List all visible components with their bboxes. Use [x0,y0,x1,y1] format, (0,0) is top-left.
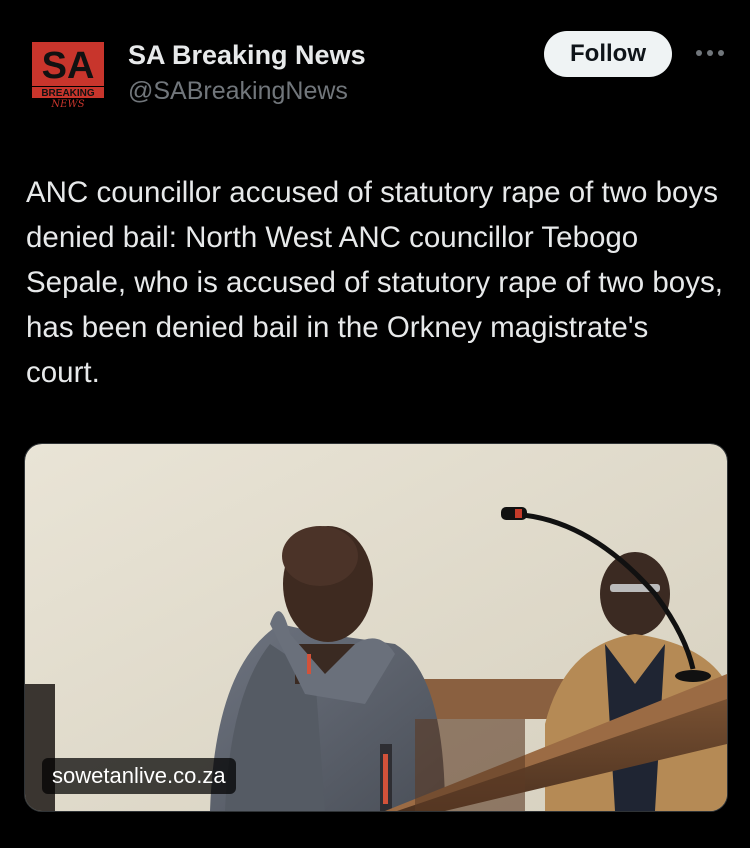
avatar[interactable]: SA BREAKING NEWS [30,40,108,108]
tweet-text: ANC councillor accused of statutory rape… [26,176,723,389]
tweet-header: SA BREAKING NEWS SA Breaking News @SABre… [0,0,750,120]
logo-sub-text: BREAKING [41,88,95,99]
logo-script-text: NEWS [50,99,84,108]
courtroom-photo [25,444,727,811]
logo-main-text: SA [42,45,95,87]
link-source-badge[interactable]: sowetanlive.co.za [42,758,236,794]
account-name[interactable]: SA Breaking News [128,40,366,71]
sa-breaking-news-logo: SA BREAKING NEWS [30,40,108,108]
tweet-photo[interactable] [24,443,728,812]
more-icon[interactable] [690,36,730,70]
account-handle[interactable]: @SABreakingNews [128,77,348,106]
follow-button[interactable]: Follow [544,31,672,77]
